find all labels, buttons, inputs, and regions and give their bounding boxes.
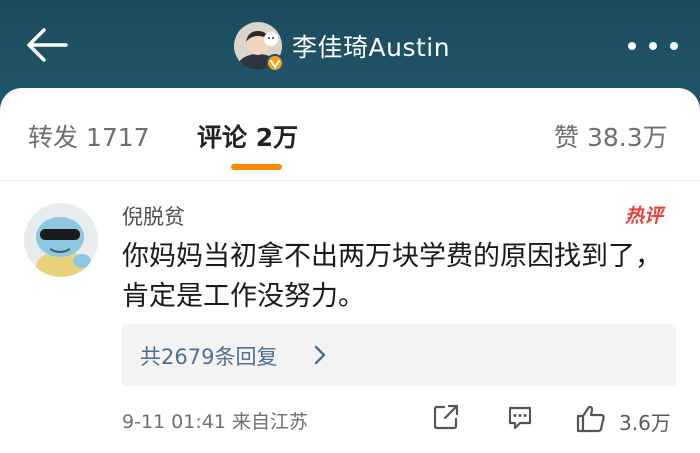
author-name[interactable]: 李佳琦Austin	[292, 28, 450, 64]
replies-count-label: 共2679条回复	[140, 345, 278, 369]
more-options-button[interactable]	[628, 36, 678, 56]
top-navigation-bar: 李佳琦Austin	[0, 0, 700, 95]
like-count: 3.6万	[619, 411, 671, 435]
comments-panel: 转发 1717 评论 2万 赞 38.3万 倪脱贫 热评 你妈妈当初拿不出两万块…	[0, 88, 700, 453]
view-replies-button[interactable]: 共2679条回复	[122, 324, 676, 386]
hot-comment-badge: 热评	[620, 199, 668, 229]
like-button[interactable]	[575, 403, 607, 439]
thumbs-up-icon	[576, 405, 605, 433]
tab-comments[interactable]: 评论 2万	[197, 118, 298, 154]
back-button[interactable]	[22, 22, 72, 68]
share-button[interactable]	[432, 403, 460, 435]
commenter-avatar[interactable]	[24, 203, 98, 277]
back-arrow-icon	[27, 28, 68, 62]
commenter-username[interactable]: 倪脱贫	[122, 201, 185, 231]
share-icon	[433, 404, 459, 430]
hot-badge-label: 热评	[624, 205, 666, 227]
comment-item: 倪脱贫 热评 你妈妈当初拿不出两万块学费的原因找到了，肯定是工作没努力。 共26…	[0, 181, 700, 453]
tab-bar: 转发 1717 评论 2万 赞 38.3万	[0, 88, 700, 178]
reply-button[interactable]	[506, 403, 534, 435]
comment-icon	[508, 406, 532, 430]
author-profile[interactable]: 李佳琦Austin	[234, 20, 450, 72]
tab-reposts[interactable]: 转发 1717	[28, 118, 150, 154]
author-avatar[interactable]	[234, 22, 284, 72]
chevron-right-icon	[314, 345, 326, 365]
active-tab-indicator	[231, 164, 282, 170]
tab-likes[interactable]: 赞 38.3万	[554, 118, 668, 154]
verified-badge-icon	[266, 54, 284, 72]
comment-timestamp-location: 9-11 01:41 来自江苏	[122, 411, 308, 433]
comment-text: 你妈妈当初拿不出两万块学费的原因找到了，肯定是工作没努力。	[122, 241, 662, 312]
more-dots-icon	[628, 42, 636, 50]
